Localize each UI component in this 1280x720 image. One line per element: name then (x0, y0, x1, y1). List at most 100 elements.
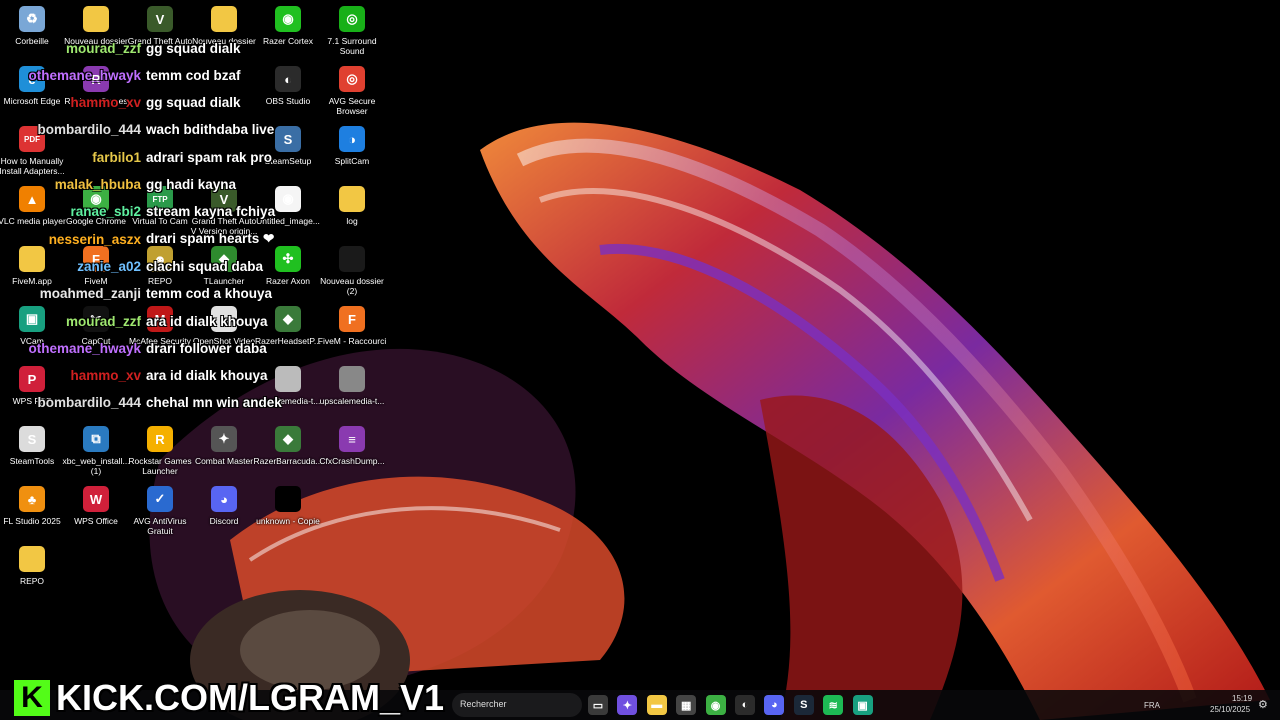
spotify-icon[interactable]: ≋ (823, 695, 844, 715)
desktop-icon-label: SplitCam (334, 156, 370, 166)
chat-username: malak_hbuba (54, 177, 141, 192)
chat-message: ranae_sbi2 stream kayna fchiya (0, 201, 300, 223)
desktop-icon-label: AVG Secure Browser (328, 96, 376, 116)
desktop-icon[interactable]: ◎ 7.1 Surround Sound (320, 2, 384, 56)
desktop-icon-label: WPS Office (74, 516, 118, 526)
desktop-icon-label: xbc_web_install... (1) (62, 456, 130, 476)
kick-logo-icon: K (14, 680, 50, 716)
discord-taskbar-icon[interactable]: ◕ (764, 695, 785, 715)
desktop-icon[interactable]: W WPS Office (64, 482, 128, 526)
chat-username: bombardilo_444 (37, 122, 141, 138)
desktop-icon[interactable]: ≡ CfxCrashDump... (319, 422, 385, 466)
chat-text: clachi squad daba (146, 258, 264, 274)
chat-text: gg hadi kayna (146, 177, 237, 192)
desktop-icon[interactable]: REPO (0, 542, 64, 586)
fl-studio-icon: ♣ (19, 486, 45, 512)
razer-barracuda-icon: ◆ (275, 426, 301, 452)
avg-browser-icon: ◎ (339, 66, 365, 92)
avg-antivirus-icon: ✓ (147, 486, 173, 512)
desktop-icon[interactable]: R Rockstar Games Launcher (128, 422, 192, 476)
task-view-icon[interactable]: ▭ (588, 695, 608, 715)
desktop-icon-label: CfxCrashDump... (319, 456, 385, 466)
desktop-icon[interactable]: F FiveM - Raccourci (317, 302, 387, 346)
chat-text: temm cod a khouya (146, 286, 273, 302)
taskbar-search[interactable]: Rechercher (452, 693, 582, 717)
discord-icon: ◕ (211, 486, 237, 512)
steamtools-icon: S (19, 426, 45, 452)
chat-username: moahmed_zanji (39, 286, 141, 302)
desktop-icon-label: Discord (209, 516, 239, 526)
file-explorer-icon[interactable]: ▬ (646, 695, 667, 715)
desktop-icon-label: AVG AntiVirus Gratuit (133, 516, 187, 536)
vcam-taskbar-icon[interactable]: ▣ (852, 695, 873, 715)
folder-icon (19, 546, 45, 572)
chat-username: mourad_zzf (65, 40, 141, 56)
clock-time[interactable]: 15:19 (1232, 694, 1252, 703)
chat-message: othemane_hwayk drari follower daba (0, 337, 300, 359)
desktop-icon-label: log (346, 216, 358, 226)
chat-username: bombardilo_444 (37, 395, 141, 411)
desktop-icon-label: FiveM - Raccourci (317, 336, 387, 346)
chat-text: drari spam hearts ❤ (146, 231, 275, 247)
steam-taskbar-icon[interactable]: S (793, 695, 814, 715)
notification-icon[interactable]: ⚙ (1258, 698, 1268, 711)
image-file-icon (339, 366, 365, 392)
chrome-taskbar-icon[interactable]: ◉ (705, 695, 726, 715)
desktop-icon[interactable]: S SteamTools (0, 422, 64, 466)
gta-icon: V (147, 6, 173, 32)
chat-text: gg squad dialk (146, 40, 241, 56)
desktop-icon[interactable]: ♣ FL Studio 2025 (0, 482, 64, 526)
language-indicator[interactable]: FRA (1144, 701, 1160, 710)
kick-channel-url: KICK.COM/LGRAM_V1 (56, 677, 445, 718)
desktop-icon[interactable]: upscalemedia-t... (320, 362, 384, 406)
chat-text: ara id dialk khouya (146, 313, 268, 329)
folder-icon (339, 186, 365, 212)
chat-username: farbilo1 (92, 149, 141, 165)
desktop-icon[interactable]: ◕ Discord (192, 482, 256, 526)
chat-text: adrari spam rak pro (146, 149, 273, 165)
chat-text: stream kayna fchiya (146, 204, 276, 220)
chat-text: ara id dialk khouya (146, 368, 268, 384)
rockstar-icon: R (147, 426, 173, 452)
desktop-icon[interactable]: ✓ AVG AntiVirus Gratuit (128, 482, 192, 536)
desktop-icon-label: FL Studio 2025 (3, 516, 61, 526)
desktop-icon[interactable]: ✦ Combat Master (192, 422, 256, 466)
desktop-icon[interactable]: ⧉ xbc_web_install... (1) (62, 422, 130, 476)
copilot-icon[interactable]: ✦ (617, 695, 638, 715)
chat-message: othemane_hwayk temm cod bzaf (0, 64, 300, 86)
desktop-icon[interactable]: ◎ AVG Secure Browser (320, 62, 384, 116)
chat-username: othemane_hwayk (28, 67, 141, 83)
chat-username: hammo_xv (70, 95, 141, 111)
desktop-icon-label: Nouveau dossier (2) (320, 276, 384, 296)
desktop-icon[interactable]: log (320, 182, 384, 226)
desktop-icon-label: SteamTools (9, 456, 55, 466)
surround-sound-icon: ◎ (339, 6, 365, 32)
desktop-icon[interactable]: ◆ RazerBarracuda... (253, 422, 323, 466)
chat-message: nesserin_aszx drari spam hearts ❤ (0, 228, 300, 250)
obs-taskbar-icon[interactable]: ◐ (735, 695, 755, 715)
folder-icon (211, 6, 237, 32)
desktop-icon-label: RazerBarracuda... (253, 456, 323, 466)
chat-username: zanie_a02 (77, 258, 141, 274)
chat-message: bombardilo_444 wach bdithdaba live (0, 119, 300, 141)
razer-cortex-icon: ◉ (275, 6, 301, 32)
chat-username: mourad_zzf (65, 313, 141, 329)
blank-file-icon (275, 486, 301, 512)
desktop-icon-label: unknown - Copie (256, 516, 320, 526)
folder-icon (339, 246, 365, 272)
clock-date[interactable]: 25/10/2025 (1210, 705, 1250, 714)
chat-message: mourad_zzf ara id dialk khouya (0, 310, 300, 332)
kick-watermark: K KICK.COM/LGRAM_V1 (14, 677, 445, 718)
desktop-icon-label: upscalemedia-t... (319, 396, 385, 406)
chat-message: hammo_xv ara id dialk khouya (0, 365, 300, 387)
desktop-icon[interactable]: ◑ SplitCam (320, 122, 384, 166)
microsoft-store-icon[interactable]: ▦ (676, 695, 697, 715)
chat-text: chehal mn win andek (146, 395, 282, 411)
desktop-icon[interactable]: Nouveau dossier (2) (320, 242, 384, 296)
chat-username: nesserin_aszx (48, 231, 141, 247)
chat-text: drari follower daba (146, 340, 267, 356)
chat-message: zanie_a02 clachi squad daba (0, 255, 300, 277)
desktop-icon[interactable]: unknown - Copie (256, 482, 320, 526)
recycle-bin-icon: ♻ (19, 6, 45, 32)
chat-message: malak_hbuba gg hadi kayna (0, 174, 300, 196)
